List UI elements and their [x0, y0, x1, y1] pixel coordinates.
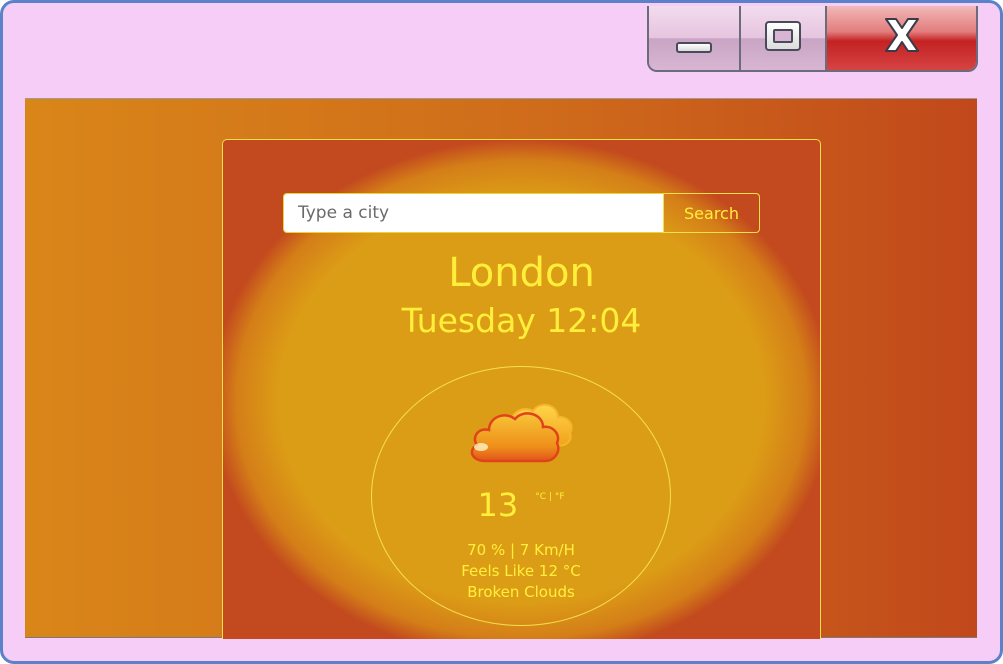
maximize-button[interactable]	[741, 6, 827, 70]
fahrenheit-link[interactable]: °F	[555, 492, 565, 502]
weather-circle: 13 °C | °F 70 % | 7 Km/H Feels Like 12 °…	[371, 366, 671, 626]
unit-separator: |	[548, 492, 552, 502]
celsius-link[interactable]: °C	[535, 492, 546, 502]
feels-like: Feels Like 12 °C	[461, 562, 581, 580]
close-button[interactable]	[827, 6, 976, 70]
unit-toggle: °C | °F	[535, 492, 564, 502]
city-search-input[interactable]	[283, 193, 663, 233]
weather-card: Search London Tuesday 12:04	[222, 139, 821, 639]
app-content: Search London Tuesday 12:04	[25, 98, 977, 639]
minimize-icon	[676, 41, 712, 53]
temperature-value: 13	[477, 486, 519, 524]
search-button[interactable]: Search	[663, 193, 760, 233]
app-window: Search London Tuesday 12:04	[0, 0, 1003, 664]
weather-details: 70 % | 7 Km/H Feels Like 12 °C Broken Cl…	[372, 540, 670, 603]
maximize-icon	[765, 21, 801, 51]
broken-clouds-icon	[470, 403, 573, 463]
date-time: Tuesday 12:04	[401, 301, 642, 340]
close-icon	[884, 18, 919, 52]
minimize-button[interactable]	[649, 6, 741, 70]
search-form: Search	[283, 193, 760, 233]
weather-description: Broken Clouds	[467, 583, 575, 601]
temperature-row: 13 °C | °F	[372, 485, 670, 525]
window-controls	[647, 6, 978, 72]
humidity-wind: 70 % | 7 Km/H	[467, 541, 575, 559]
city-name: London	[448, 250, 595, 296]
